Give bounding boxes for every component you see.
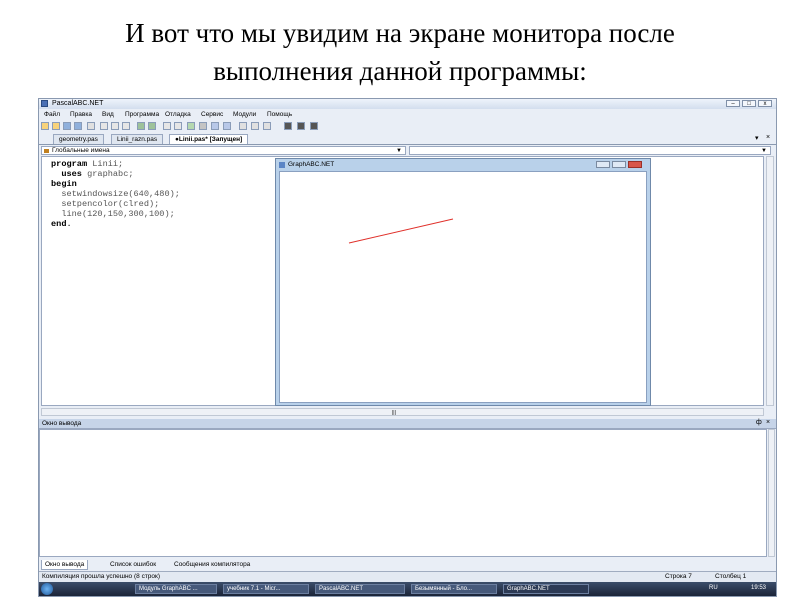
pin-icon[interactable]: ф — [756, 419, 762, 426]
slide-title-line-1: И вот что мы увидим на экране монитора п… — [125, 18, 675, 48]
taskbar-item-pascalabc[interactable]: PascalABC.NET — [315, 584, 405, 594]
editor-horizontal-scrollbar[interactable]: ||| — [41, 408, 764, 416]
graph-window-title: GraphABC.NET — [288, 161, 335, 168]
copy-icon[interactable] — [111, 122, 119, 130]
status-bar: Компиляция прошла успешно (8 строк) Стро… — [39, 571, 776, 582]
print-icon[interactable] — [87, 122, 95, 130]
menu-modules[interactable]: Модули — [233, 111, 256, 118]
chevron-down-icon: ▼ — [761, 148, 767, 154]
tab-compiler-messages[interactable]: Сообщения компилятора — [171, 560, 253, 570]
properties-icon[interactable] — [297, 122, 305, 130]
graph-minimize-button[interactable] — [596, 161, 610, 168]
output-panel: Окно вывода ф × — [39, 419, 776, 559]
menu-program[interactable]: Программа — [125, 111, 159, 118]
editor-vertical-scrollbar[interactable] — [766, 156, 774, 406]
open-file-icon[interactable] — [52, 122, 60, 130]
graph-close-button[interactable] — [628, 161, 642, 168]
paste-icon[interactable] — [122, 122, 130, 130]
red-line — [348, 218, 454, 244]
panel-close-icon[interactable]: × — [766, 419, 770, 426]
menu-help[interactable]: Помощь — [267, 111, 292, 118]
step-over-icon[interactable] — [223, 122, 231, 130]
clock: 19:53 — [751, 585, 767, 591]
output-title: Окно вывода — [42, 420, 82, 427]
menu-bar: Файл Правка Вид Программа Отладка Сервис… — [39, 110, 776, 120]
tab-linii[interactable]: ●Linii.pas* [Запущен] — [169, 134, 249, 144]
output-text-area[interactable] — [39, 429, 767, 557]
taskbar-item-graphabc-window[interactable]: GraphABC.NET — [503, 584, 589, 594]
graph-canvas — [279, 171, 647, 403]
graph-maximize-button[interactable] — [612, 161, 626, 168]
scope-combo-value: Глобальные имена — [52, 147, 110, 154]
menu-service[interactable]: Сервис — [201, 111, 223, 118]
run-icon[interactable] — [187, 122, 195, 130]
code-line-4: setwindowsize(640,480); — [51, 189, 180, 199]
slide-title-line-2: выполнения данной программы: — [213, 56, 587, 86]
tab-linii-razn[interactable]: Linii_razn.pas — [111, 134, 164, 144]
replace-icon[interactable] — [174, 122, 182, 130]
start-button-icon[interactable] — [41, 583, 53, 595]
tabs-close-icon[interactable]: × — [766, 134, 770, 141]
code-line-1: program Linii; — [51, 159, 124, 169]
form-designer-icon[interactable] — [284, 122, 292, 130]
toolbox-icon[interactable] — [310, 122, 318, 130]
new-file-icon[interactable] — [41, 122, 49, 130]
ide-titlebar[interactable]: PascalABC.NET – □ x — [39, 99, 776, 109]
tabs-dropdown-icon[interactable]: ▾ — [755, 134, 759, 142]
app-icon — [41, 100, 48, 107]
scope-icon — [44, 149, 49, 153]
code-line-6: line(120,150,300,100); — [51, 209, 175, 219]
menu-edit[interactable]: Правка — [70, 111, 92, 118]
undo-icon[interactable] — [137, 122, 145, 130]
step-into-icon[interactable] — [211, 122, 219, 130]
minimize-button[interactable]: – — [726, 100, 740, 107]
scroll-grip-icon: ||| — [392, 410, 396, 416]
watch-icon[interactable] — [251, 122, 259, 130]
find-icon[interactable] — [163, 122, 171, 130]
scope-combo[interactable]: Глобальные имена ▼ — [41, 146, 406, 155]
stop-icon[interactable] — [199, 122, 207, 130]
cut-icon[interactable] — [100, 122, 108, 130]
status-column: Столбец 1 — [715, 573, 747, 580]
menu-file[interactable]: Файл — [44, 111, 60, 118]
chevron-down-icon: ▼ — [396, 148, 402, 154]
save-icon[interactable] — [63, 122, 71, 130]
code-line-7: end. — [51, 219, 72, 229]
menu-view[interactable]: Вид — [102, 111, 114, 118]
tab-output-window[interactable]: Окно вывода — [41, 560, 89, 570]
status-row: Строка 7 — [665, 573, 692, 580]
bottom-tabs: Окно вывода Список ошибок Сообщения комп… — [39, 560, 776, 570]
window-title: PascalABC.NET — [52, 100, 104, 107]
menu-debug[interactable]: Отладка — [165, 111, 191, 118]
graph-canvas-svg — [348, 218, 454, 244]
taskbar-item-graphabc-module[interactable]: Модуль GraphABC ... — [135, 584, 217, 594]
taskbar: Модуль GraphABC ... учебник 7.1 - Micr..… — [39, 582, 776, 596]
member-combo[interactable]: ▼ — [409, 146, 771, 155]
output-header: Окно вывода ф × — [39, 419, 776, 429]
toolbar — [39, 121, 776, 132]
tab-error-list[interactable]: Список ошибок — [107, 560, 159, 570]
code-line-5: setpencolor(clred); — [51, 199, 160, 209]
graphabc-window[interactable]: GraphABC.NET — [275, 158, 651, 406]
output-scrollbar[interactable] — [768, 429, 775, 557]
slide-title: И вот что мы увидим на экране монитора п… — [0, 14, 800, 90]
status-message: Компиляция прошла успешно (8 строк) — [42, 573, 161, 580]
debug-icon[interactable] — [239, 122, 247, 130]
language-indicator[interactable]: RU — [709, 585, 718, 591]
file-tabs: geometry.pas Linii_razn.pas ●Linii.pas* … — [39, 133, 776, 145]
save-all-icon[interactable] — [74, 122, 82, 130]
code-line-3: begin — [51, 179, 77, 189]
taskbar-item-textbook[interactable]: учебник 7.1 - Micr... — [223, 584, 309, 594]
breakpoint-icon[interactable] — [263, 122, 271, 130]
tab-geometry[interactable]: geometry.pas — [53, 134, 104, 144]
graph-window-icon — [279, 162, 285, 168]
redo-icon[interactable] — [148, 122, 156, 130]
code-line-2: uses graphabc; — [51, 169, 134, 179]
taskbar-item-notepad[interactable]: Безымянный - Бло... — [411, 584, 497, 594]
close-button[interactable]: x — [758, 100, 772, 107]
maximize-button[interactable]: □ — [742, 100, 756, 107]
ide-window: PascalABC.NET – □ x Файл Правка Вид Прог… — [38, 98, 777, 597]
